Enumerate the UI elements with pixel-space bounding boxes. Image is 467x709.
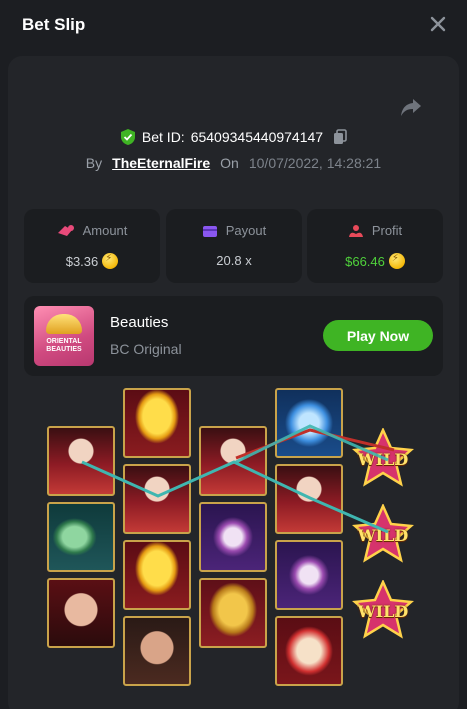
amount-value: $3.36 — [65, 253, 99, 269]
header: Bet Slip — [0, 0, 467, 52]
share-icon[interactable] — [400, 97, 422, 117]
game-card: ORIENTAL BEAUTIES Beauties BC Original P… — [24, 296, 443, 376]
profit-value: $66.46 — [345, 253, 385, 269]
copy-icon[interactable] — [333, 129, 347, 145]
bet-id-value: 65409345440974147 — [190, 129, 324, 145]
payout-card: Payout 20.8 x — [166, 209, 302, 283]
game-thumbnail[interactable]: ORIENTAL BEAUTIES — [34, 306, 94, 366]
close-icon[interactable] — [428, 14, 448, 34]
bet-id-label: Bet ID: — [141, 129, 185, 145]
shield-check-icon — [120, 129, 135, 145]
game-thumbnail-text: ORIENTAL BEAUTIES — [46, 338, 82, 353]
on-label: On — [220, 155, 239, 171]
amount-card: Amount $3.36 — [24, 209, 160, 283]
profit-icon — [348, 224, 363, 237]
fan-icon — [46, 314, 82, 334]
coin-icon — [388, 253, 405, 269]
payout-icon — [202, 225, 217, 237]
author-row: By TheEternalFire On 10/07/2022, 14:28:2… — [0, 153, 467, 173]
coin-icon — [102, 253, 119, 269]
page-title: Bet Slip — [22, 15, 86, 34]
username-link[interactable]: TheEternalFire — [112, 155, 210, 171]
game-provider: BC Original — [110, 341, 182, 357]
payout-label: Payout — [225, 223, 267, 238]
amount-icon — [57, 224, 74, 236]
by-label: By — [85, 155, 103, 171]
bet-datetime: 10/07/2022, 14:28:21 — [248, 155, 382, 171]
payout-value: 20.8 x — [216, 253, 252, 268]
play-now-button[interactable]: Play Now — [323, 320, 433, 351]
amount-label: Amount — [82, 223, 128, 238]
bet-id-row: Bet ID: 65409345440974147 — [0, 126, 467, 148]
profit-card: Profit $66.46 — [307, 209, 443, 283]
profit-label: Profit — [371, 223, 403, 238]
game-name: Beauties — [110, 314, 169, 331]
